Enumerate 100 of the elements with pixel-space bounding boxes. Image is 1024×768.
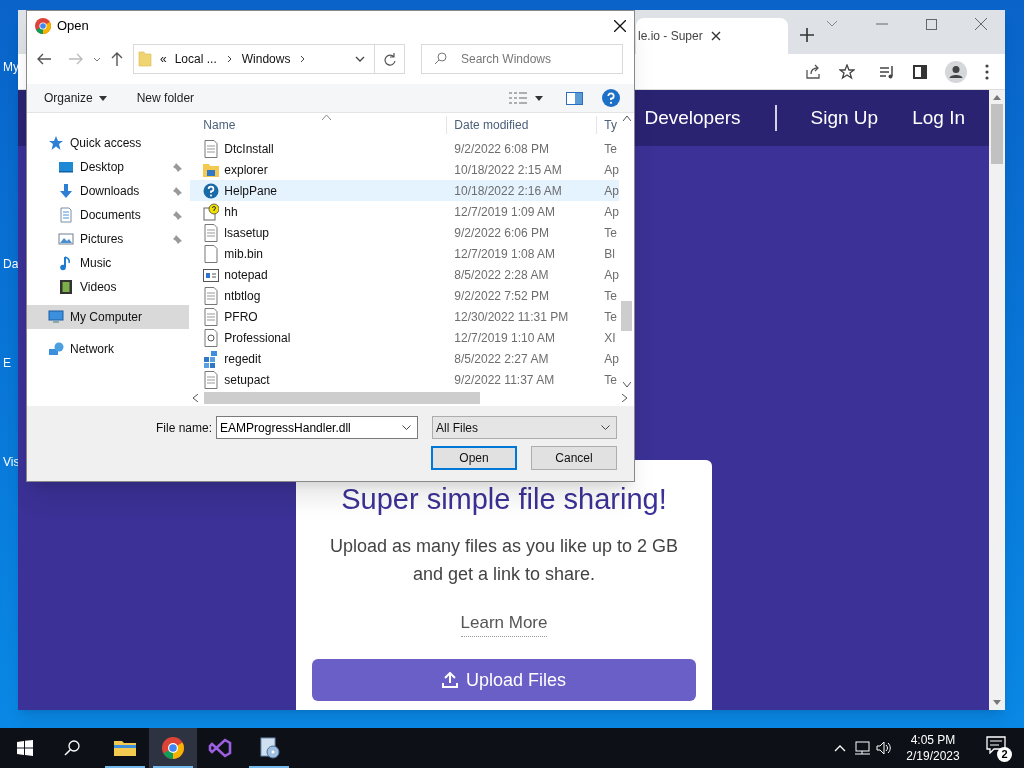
chevron-up-icon[interactable] (834, 744, 846, 752)
text-file-icon (203, 139, 220, 158)
sidebar-item[interactable]: Videos (27, 275, 190, 299)
profile-icon[interactable] (945, 60, 967, 83)
chevron-right-icon (300, 55, 306, 63)
scrollbar-thumb[interactable] (991, 104, 1003, 164)
desktop-icon-label[interactable]: My (3, 58, 19, 76)
learn-more-link[interactable]: Learn More (460, 609, 548, 637)
up-icon[interactable] (111, 52, 123, 66)
file-row[interactable]: HelpPane 10/18/2022 2:16 AM Ap (190, 180, 619, 201)
file-date: 8/5/2022 2:28 AM (453, 266, 550, 284)
star-icon[interactable] (839, 63, 855, 80)
close-icon[interactable] (710, 31, 721, 41)
file-row[interactable]: regedit 8/5/2022 2:27 AM Ap (190, 348, 619, 369)
scroll-up-icon[interactable] (993, 95, 1001, 100)
refresh-icon[interactable] (383, 52, 396, 66)
more-icon[interactable] (985, 63, 989, 80)
open-button[interactable]: Open (431, 446, 517, 470)
scroll-left-icon[interactable] (193, 394, 199, 402)
sidebar-item[interactable]: My Computer (27, 305, 190, 329)
back-icon[interactable] (37, 53, 51, 65)
cubes-icon (203, 349, 220, 368)
plus-icon[interactable] (800, 28, 814, 42)
videos-icon (58, 279, 74, 295)
windows-start-icon[interactable] (17, 740, 33, 756)
sidebar-item[interactable]: Downloads (27, 179, 190, 203)
file-name: lsasetup (224, 224, 269, 242)
file-date: 10/18/2022 2:15 AM (453, 161, 563, 179)
sidebar-item[interactable]: Documents (27, 203, 190, 227)
desktop-icon-label[interactable]: Da (3, 255, 19, 273)
file-type: Te (603, 224, 617, 242)
scroll-down-icon[interactable] (622, 382, 631, 387)
pin-icon (173, 186, 184, 196)
preview-pane-icon[interactable] (566, 91, 583, 105)
clock[interactable]: 4:05 PM 2/19/2023 (898, 732, 968, 764)
file-row[interactable]: DtcInstall 9/2/2022 6:08 PM Te (190, 138, 619, 159)
recent-icon[interactable] (93, 56, 101, 62)
column-header[interactable]: Date modified (446, 116, 597, 134)
share-icon[interactable] (805, 63, 821, 80)
maximize-icon[interactable] (926, 18, 937, 30)
nav-link[interactable]: Sign Up (810, 103, 879, 133)
file-name: Professional (224, 329, 291, 347)
file-date: 12/7/2019 1:09 AM (453, 203, 557, 221)
file-row[interactable]: mib.bin 12/7/2019 1:08 AM Bl (190, 243, 619, 264)
file-row[interactable]: explorer 10/18/2022 2:15 AM Ap (190, 159, 619, 180)
scroll-down-icon[interactable] (993, 700, 1001, 705)
new-folder-button[interactable]: New folder (136, 89, 195, 107)
scroll-right-icon[interactable] (622, 394, 627, 402)
column-header[interactable]: Name (190, 116, 447, 134)
breadcrumb-item[interactable]: « (160, 50, 167, 68)
desktop-icon-label[interactable]: E (3, 354, 11, 372)
scrollbar-thumb[interactable] (204, 392, 481, 404)
nav-link[interactable]: Developers (644, 103, 741, 133)
scrollbar-thumb[interactable] (621, 301, 632, 331)
notification-button[interactable]: 2 (986, 736, 1010, 760)
breadcrumb-item[interactable]: Local ... (174, 50, 217, 68)
column-header[interactable]: Ty (596, 116, 619, 134)
file-row[interactable]: ntbtlog 9/2/2022 7:52 PM Te (190, 285, 619, 306)
file-type: Ap (603, 350, 619, 368)
file-name-field[interactable]: EAMProgressHandler.dll (216, 416, 419, 439)
vertical-scrollbar[interactable] (619, 113, 634, 390)
desktop-icon (58, 159, 74, 175)
taskbar-app[interactable] (149, 728, 197, 768)
nav-link[interactable]: Log In (912, 103, 965, 133)
file-date: 9/2/2022 6:06 PM (453, 224, 551, 242)
help-icon[interactable] (602, 89, 620, 107)
search-field[interactable]: Search Windows (421, 44, 623, 74)
file-row[interactable]: lsasetup 9/2/2022 6:06 PM Te (190, 222, 619, 243)
file-row[interactable]: notepad 8/5/2022 2:28 AM Ap (190, 264, 619, 285)
sidebar-item[interactable]: Network (27, 337, 190, 361)
search-icon[interactable] (64, 740, 80, 756)
file-row[interactable]: PFRO 12/30/2022 11:31 PM Te (190, 306, 619, 327)
playlist-icon[interactable] (879, 64, 895, 79)
pin-icon (173, 210, 184, 220)
caret-icon[interactable] (535, 95, 543, 101)
address-bar[interactable]: « Local ... Windows (133, 44, 405, 74)
organize-button[interactable]: Organize (44, 89, 107, 107)
side-panel-icon[interactable] (913, 64, 927, 79)
sidebar-item[interactable]: Quick access (27, 131, 190, 155)
cancel-button[interactable]: Cancel (531, 446, 617, 470)
file-row[interactable]: setupact 9/2/2022 11:37 AM Te (190, 369, 619, 390)
browser-tab[interactable]: le.io - Super (636, 18, 788, 54)
close-icon[interactable] (614, 20, 626, 32)
file-row[interactable]: Professional 12/7/2019 1:10 AM XI (190, 327, 619, 348)
scrollbar[interactable] (989, 90, 1005, 710)
upload-button[interactable]: Upload Files (312, 659, 696, 701)
network-icon[interactable] (854, 741, 870, 755)
dropdown-icon[interactable] (355, 56, 365, 62)
sidebar-item[interactable]: Music (27, 251, 190, 275)
file-type: XI (603, 329, 616, 347)
file-row[interactable]: hh 12/7/2019 1:09 AM Ap (190, 201, 619, 222)
file-date: 9/2/2022 6:08 PM (453, 140, 551, 158)
volume-icon[interactable] (876, 741, 892, 755)
chevron-down-icon[interactable] (826, 20, 838, 28)
sidebar-item[interactable]: Pictures (27, 227, 190, 251)
pin-icon (173, 234, 184, 244)
file-type-dropdown[interactable]: All Files (432, 416, 617, 439)
breadcrumb-item[interactable]: Windows (241, 50, 291, 68)
sidebar-item[interactable]: Desktop (27, 155, 190, 179)
scroll-up-icon[interactable] (622, 116, 631, 121)
